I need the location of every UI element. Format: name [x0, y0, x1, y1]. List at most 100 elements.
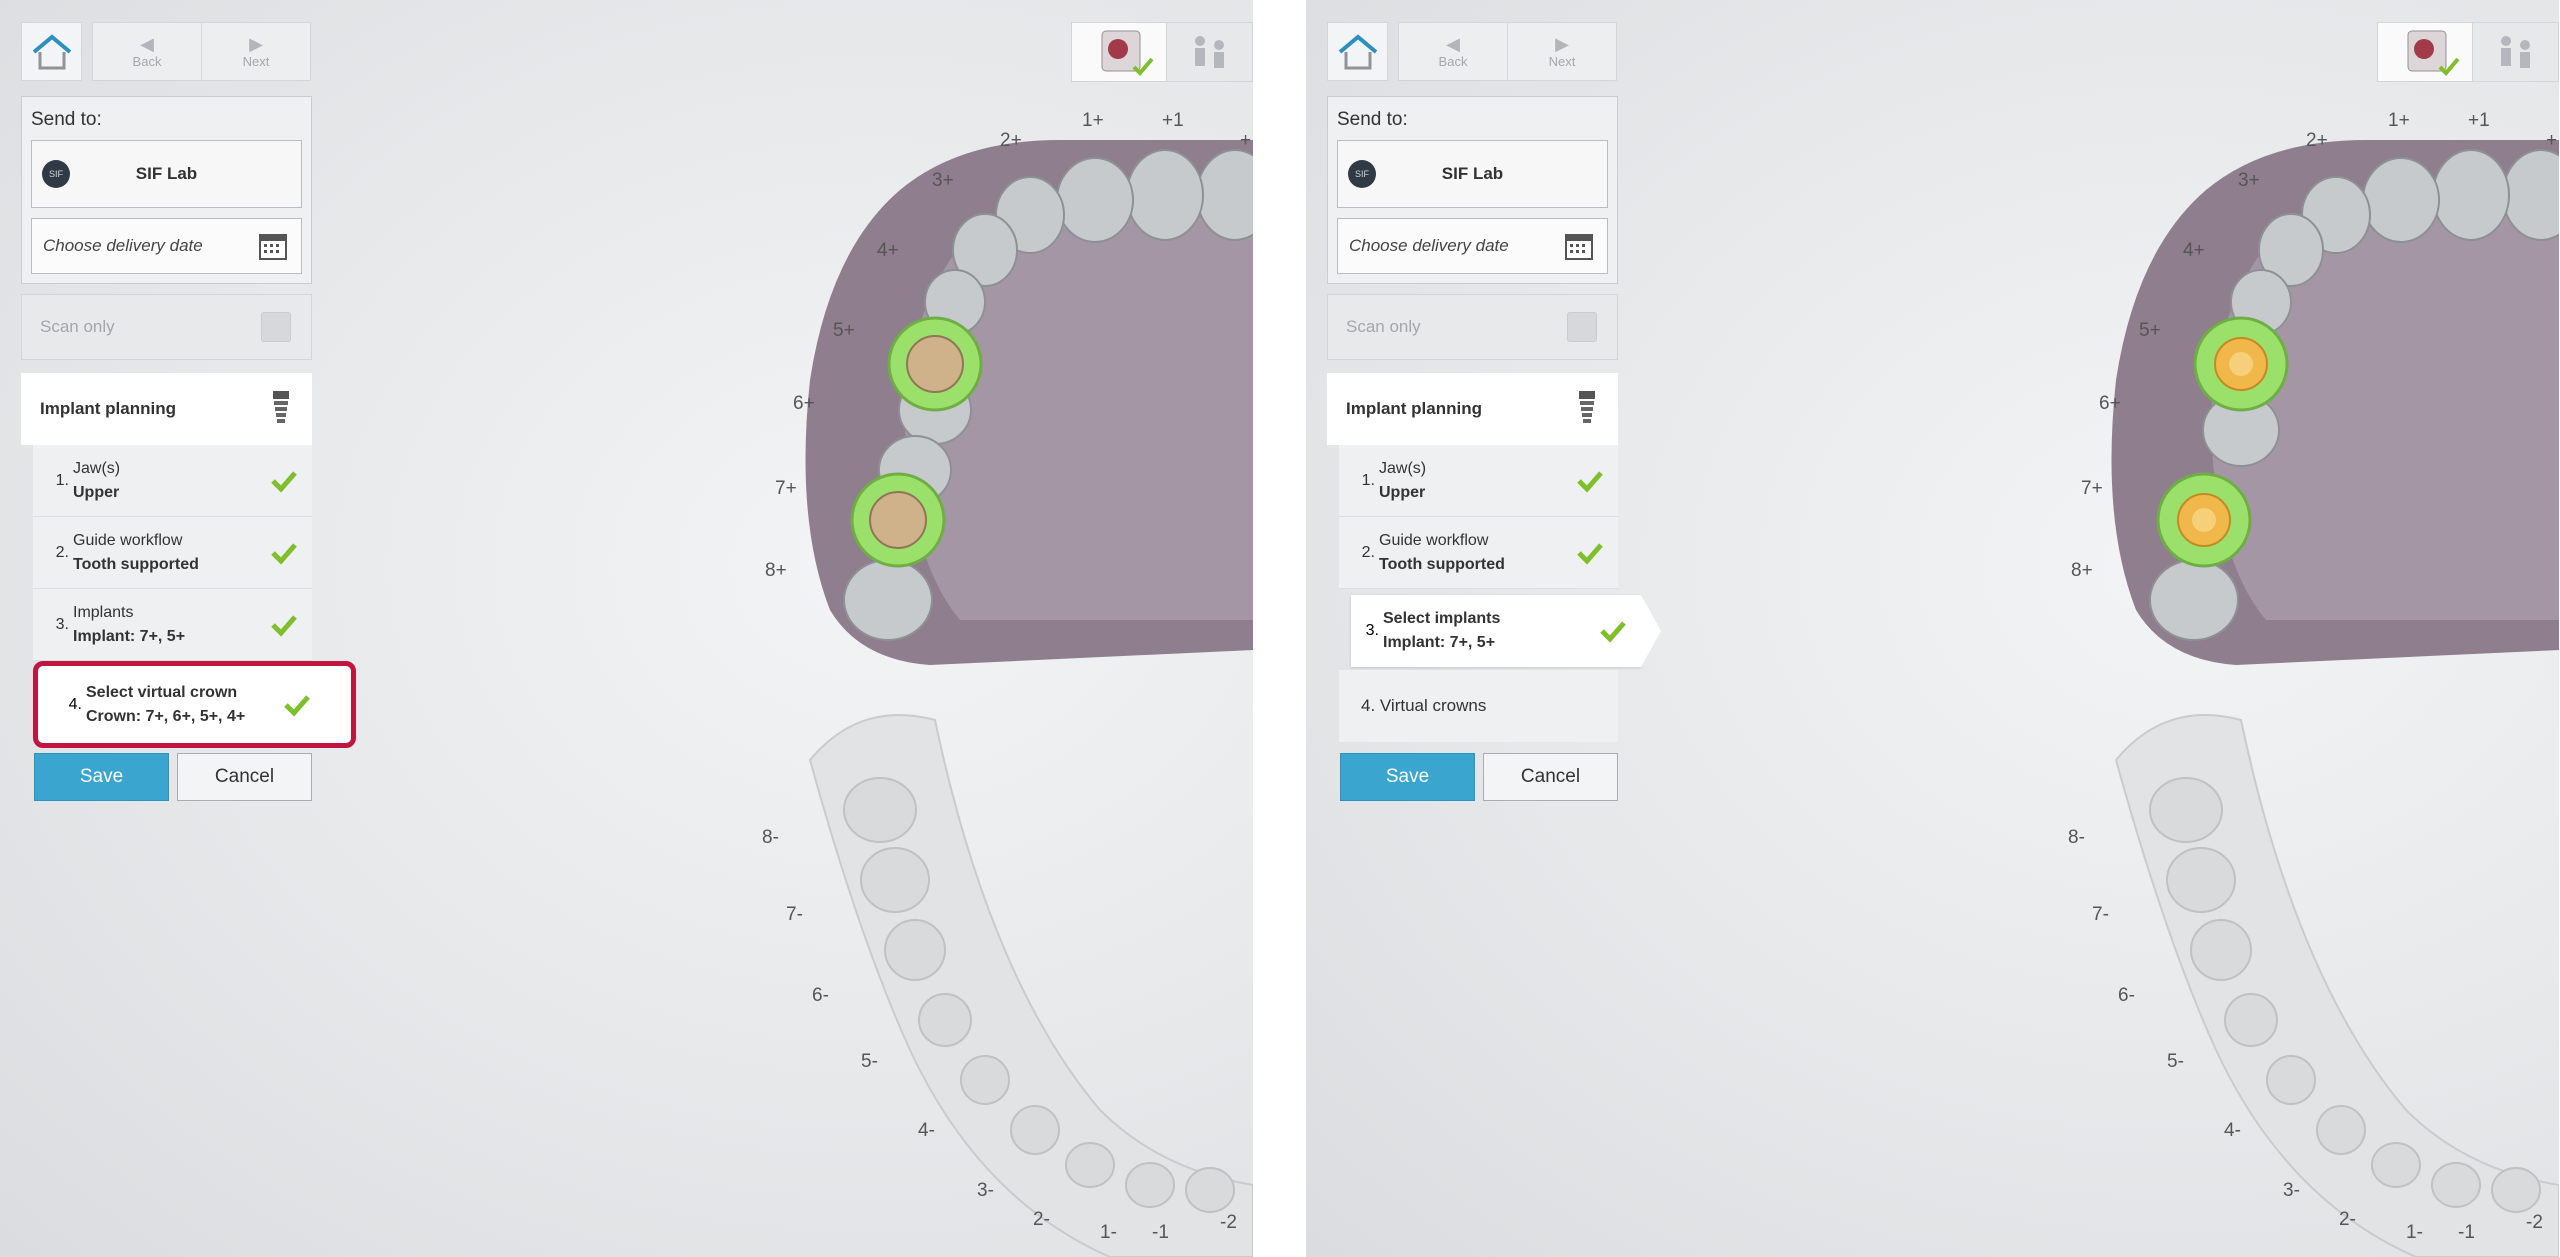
workflow-steps — [2377, 22, 2559, 82]
tooth-label: 2+ — [2306, 130, 2328, 151]
arrow-right-icon: ▶ — [249, 34, 263, 54]
step-implants[interactable]: 3. Implants Implant: 7+, 5+ — [33, 589, 312, 661]
tooth-label: 7+ — [775, 478, 797, 499]
tooth-label: 6- — [2118, 985, 2135, 1006]
scan-only-row[interactable]: Scan only — [21, 294, 312, 360]
next-label: Next — [242, 54, 270, 69]
tooth-label: 8+ — [765, 560, 787, 581]
delivery-date-field[interactable]: Choose delivery date — [1337, 218, 1608, 274]
tooth-label: 6+ — [2099, 393, 2121, 414]
lab-selector[interactable]: SIF SIF Lab — [1337, 140, 1608, 208]
scan-only-checkbox[interactable] — [1567, 312, 1597, 342]
tooth-label: 7+ — [2081, 478, 2103, 499]
scan-only-label: Scan only — [1346, 317, 1421, 336]
step-title: Jaw(s) — [1379, 459, 1427, 477]
tooth-label: -2 — [2526, 1212, 2543, 1233]
tooth-label: +1 — [1162, 110, 1184, 131]
tooth-label: -1 — [2458, 1222, 2475, 1243]
tooth-label: 4+ — [2183, 240, 2205, 261]
step-number: 2. — [1361, 543, 1375, 561]
back-button[interactable]: ◀ Back — [93, 23, 202, 80]
tooth-label: -1 — [1152, 1222, 1169, 1243]
back-button[interactable]: ◀ Back — [1399, 23, 1508, 80]
home-button[interactable] — [1327, 22, 1388, 81]
workflow-steps — [1071, 22, 1253, 82]
patient-step-button[interactable] — [1167, 22, 1253, 82]
tooth-label: -2 — [1220, 1212, 1237, 1233]
right-screen: 2+ 1+ +1 + 3+ 4+ 5+ 6+ 7+ 8+ 8- 7- 6- 5-… — [1306, 0, 2559, 1257]
step-label: 4. Virtual crowns — [1361, 696, 1487, 715]
step-value: Tooth supported — [1379, 555, 1505, 573]
home-button[interactable] — [21, 22, 82, 81]
scan-step-button[interactable] — [2377, 22, 2473, 82]
scan-only-row[interactable]: Scan only — [1327, 294, 1618, 360]
tooth-label: 3- — [977, 1180, 994, 1201]
scan-only-checkbox[interactable] — [261, 312, 291, 342]
nav-bar: ◀ Back ▶ Next — [21, 22, 311, 81]
arrow-left-icon: ◀ — [140, 34, 154, 54]
tooth-label: 4+ — [877, 240, 899, 261]
patient-step-button[interactable] — [2473, 22, 2559, 82]
step-title: Implants — [73, 603, 134, 621]
step-value: Implant: 7+, 5+ — [1383, 634, 1496, 651]
implant-steps-list: 1. Jaw(s) Upper 2. Guide workflow Tooth su… — [1339, 445, 1618, 589]
calendar-icon — [1565, 234, 1593, 260]
step-value: Tooth supported — [73, 555, 199, 573]
cancel-button[interactable]: Cancel — [1483, 753, 1618, 801]
next-button[interactable]: ▶ Next — [202, 23, 310, 80]
check-icon — [271, 470, 297, 493]
lab-name: SIF Lab — [1441, 164, 1504, 183]
back-label: Back — [1438, 54, 1468, 69]
save-button[interactable]: Save — [34, 753, 169, 801]
tooth-label: 7- — [786, 904, 803, 925]
check-icon — [271, 542, 297, 565]
tooth-label: 1- — [2406, 1222, 2423, 1243]
active-arrow-tab — [1641, 595, 1661, 667]
left-screen: 2+ 1+ +1 + 3+ 4+ 5+ 6+ 7+ 8+ 8- 7- 6- 5-… — [0, 0, 1253, 1257]
step-title: Select virtual crown — [86, 683, 238, 701]
tooth-label: 2+ — [1000, 130, 1022, 151]
check-icon — [271, 614, 297, 637]
implant-planning-header[interactable]: Implant planning — [21, 373, 312, 445]
lab-logo: SIF — [1348, 160, 1376, 188]
tooth-label: 2- — [2339, 1209, 2356, 1230]
send-to-label: Send to: — [31, 109, 102, 130]
step-value: Upper — [73, 483, 120, 501]
send-to-panel: Send to: SIF SIF Lab Choose delivery dat… — [21, 96, 312, 284]
step-jaws[interactable]: 1. Jaw(s) Upper — [33, 445, 312, 517]
tooth-label: 2- — [1033, 1209, 1050, 1230]
delivery-date-field[interactable]: Choose delivery date — [31, 218, 302, 274]
step-guide-workflow[interactable]: 2. Guide workflow Tooth supported — [33, 517, 312, 589]
arrow-left-icon: ◀ — [1446, 34, 1460, 54]
step-select-implants[interactable]: 3. Select implants Implant: 7+, 5+ — [1351, 595, 1661, 667]
step-virtual-crowns[interactable]: 4. Virtual crowns — [1339, 670, 1618, 742]
tooth-label: + — [2546, 130, 2558, 151]
home-icon — [32, 33, 71, 69]
implant-5plus — [2193, 316, 2289, 412]
save-button[interactable]: Save — [1340, 753, 1475, 801]
implant-planning-header[interactable]: Implant planning — [1327, 373, 1618, 445]
step-select-virtual-crown[interactable]: 4. Select virtual crown Crown: 7+, 6+, 5… — [33, 661, 356, 748]
tooth-label: 5- — [2167, 1051, 2184, 1072]
tooth-label: 5+ — [2139, 320, 2161, 341]
implant-7plus — [850, 472, 946, 568]
step-title: Guide workflow — [73, 531, 183, 549]
step-title: Guide workflow — [1379, 531, 1489, 549]
tooth-label: 4- — [2224, 1120, 2241, 1141]
step-number: 3. — [1365, 622, 1379, 639]
tooth-label: 7- — [2092, 904, 2109, 925]
lab-name: SIF Lab — [135, 164, 198, 183]
step-jaws[interactable]: 1. Jaw(s) Upper — [1339, 445, 1618, 517]
next-button[interactable]: ▶ Next — [1508, 23, 1616, 80]
calendar-icon — [259, 234, 287, 260]
scan-only-label: Scan only — [40, 317, 115, 336]
tooth-label: 8- — [762, 827, 779, 848]
delivery-date-placeholder: Choose delivery date — [43, 236, 203, 255]
step-number: 4. — [68, 695, 82, 713]
cancel-button[interactable]: Cancel — [177, 753, 312, 801]
implant-5plus — [887, 316, 983, 412]
people-icon — [2500, 36, 2530, 68]
step-guide-workflow[interactable]: 2. Guide workflow Tooth supported — [1339, 517, 1618, 589]
scan-step-button[interactable] — [1071, 22, 1167, 82]
lab-selector[interactable]: SIF SIF Lab — [31, 140, 302, 208]
